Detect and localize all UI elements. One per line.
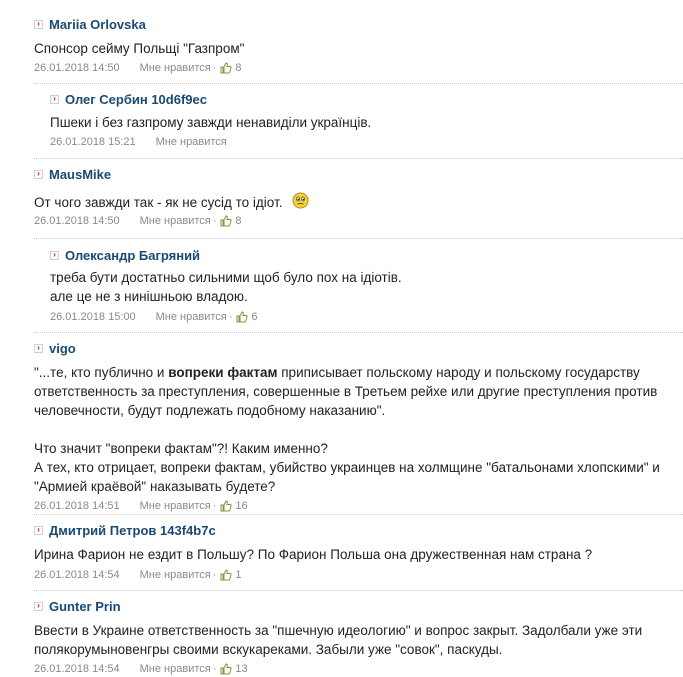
- comment-date: 26.01.2018 14:54: [34, 663, 120, 675]
- comment-text-line: А тех, кто отрицает, вопреки фактам, уби…: [34, 460, 660, 475]
- comment-author[interactable]: Gunter Prin: [49, 599, 121, 614]
- comment-date: 26.01.2018 14:50: [34, 215, 120, 227]
- like-count: 6: [251, 311, 258, 323]
- comment-author[interactable]: Mariia Orlovska: [49, 17, 146, 32]
- reply-marker-icon: ›: [34, 601, 43, 611]
- comment-meta: 26.01.2018 14:50 Мне нравится · 8: [34, 215, 309, 227]
- separator-dot: ·: [212, 215, 217, 227]
- quote-text: "...те, кто публично и: [34, 365, 169, 380]
- comment-date: 26.01.2018 14:51: [34, 500, 120, 512]
- thumbs-up-icon[interactable]: [220, 62, 232, 74]
- comment-date: 26.01.2018 15:21: [50, 136, 136, 148]
- comment: › vigo "...те, кто публично и вопреки фа…: [34, 340, 683, 512]
- reply-marker-icon: ›: [34, 169, 43, 179]
- comment-text-line: але це не з нинішньою владою.: [50, 289, 248, 304]
- comment-text-row: От чого завжди так - як не сусід то ідіо…: [34, 192, 309, 212]
- emphasis-text: вопреки фактам: [168, 365, 278, 380]
- comment-meta: 26.01.2018 14:50 Мне нравится · 8: [34, 62, 244, 74]
- confused-smiley-icon: [292, 192, 309, 209]
- comment-text: Ввести в Украине ответственность за "пше…: [34, 621, 683, 659]
- comment: › Дмитрий Петров 143f4b7c Ирина Фарион н…: [34, 522, 592, 581]
- quote-text: человечности, будут подлежать подобному …: [34, 403, 386, 418]
- separator-dot: ·: [212, 569, 217, 581]
- reply-marker-icon: ›: [50, 94, 59, 104]
- comment-meta: 26.01.2018 15:21 Мне нравится: [50, 136, 371, 148]
- comment-author[interactable]: Олег Сербин 10d6f9ec: [65, 92, 207, 107]
- like-button[interactable]: Мне нравится: [140, 62, 211, 74]
- comment-author[interactable]: Дмитрий Петров 143f4b7c: [49, 523, 216, 538]
- reply-marker-icon: ›: [34, 525, 43, 535]
- comment: › MausMike От чого завжди так - як не су…: [34, 166, 309, 227]
- like-count: 13: [235, 663, 248, 675]
- comment-text-line: Ввести в Украине ответственность за "пше…: [34, 623, 643, 638]
- comments-feed: › Mariia Orlovska Спонсор сейму Польщі "…: [0, 0, 683, 677]
- like-count: 1: [235, 569, 242, 581]
- comment-text: Пшеки і без газпрому завжди ненавиділи у…: [50, 115, 372, 130]
- reply-marker-icon: ›: [34, 19, 43, 29]
- divider: [34, 514, 683, 516]
- like-button[interactable]: Мне нравится: [140, 500, 211, 512]
- divider: [34, 83, 683, 85]
- like-count: 8: [235, 62, 242, 74]
- like-count: 16: [235, 500, 248, 512]
- comment-meta: 26.01.2018 14:54 Мне нравится · 1: [34, 569, 592, 581]
- comment-meta: 26.01.2018 15:00 Мне нравится · 6: [50, 311, 402, 323]
- like-button[interactable]: Мне нравится: [140, 215, 211, 227]
- divider: [34, 158, 683, 160]
- comment-date: 26.01.2018 14:50: [34, 62, 120, 74]
- thumbs-up-icon[interactable]: [220, 569, 232, 581]
- comment-author[interactable]: MausMike: [49, 167, 111, 182]
- comment-author[interactable]: Олександр Багряний: [65, 248, 200, 263]
- like-button[interactable]: Мне нравится: [140, 569, 211, 581]
- like-button[interactable]: Мне нравится: [156, 136, 227, 148]
- thumbs-up-icon[interactable]: [220, 500, 232, 512]
- comment: › Mariia Orlovska Спонсор сейму Польщі "…: [34, 16, 244, 74]
- quote-text: ответственность за преступления, соверше…: [34, 384, 658, 399]
- quote-text: приписывает польскому народу и польскому…: [277, 365, 640, 380]
- comment-date: 26.01.2018 15:00: [50, 311, 136, 323]
- comment-text: Спонсор сейму Польщі "Газпром": [34, 41, 245, 56]
- divider: [34, 332, 683, 334]
- comment-reply: › Олександр Багряний треба бути достатнь…: [50, 247, 402, 323]
- comment-reply: › Олег Сербин 10d6f9ec Пшеки і без газпр…: [50, 91, 371, 148]
- comment-text: От чого завжди так - як не сусід то ідіо…: [34, 195, 283, 210]
- thumbs-up-icon[interactable]: [236, 311, 248, 323]
- separator-dot: ·: [228, 311, 233, 323]
- divider: [34, 238, 683, 240]
- like-button[interactable]: Мне нравится: [140, 663, 211, 675]
- comment-text-line: "Армией краёвой" наказывать будете?: [34, 479, 276, 494]
- comment-text-line: треба бути достатньо сильними щоб було п…: [50, 270, 402, 285]
- comment-date: 26.01.2018 14:54: [34, 569, 120, 581]
- thumbs-up-icon[interactable]: [220, 663, 232, 675]
- like-button[interactable]: Мне нравится: [156, 311, 227, 323]
- comment-text-line: Что значит "вопреки фактам"?! Каким имен…: [34, 441, 328, 456]
- reply-marker-icon: ›: [34, 343, 43, 353]
- separator-dot: ·: [212, 663, 217, 675]
- divider: [34, 590, 683, 592]
- comment-meta: 26.01.2018 14:54 Мне нравится · 13: [34, 663, 683, 675]
- separator-dot: ·: [212, 500, 217, 512]
- reply-marker-icon: ›: [50, 250, 59, 260]
- comment-text-line: полякорумыновенгры своими вскукареками. …: [34, 642, 503, 657]
- like-count: 8: [235, 215, 242, 227]
- comment-text: "...те, кто публично и вопреки фактам пр…: [34, 363, 683, 496]
- thumbs-up-icon[interactable]: [220, 215, 232, 227]
- comment-meta: 26.01.2018 14:51 Мне нравится · 16: [34, 500, 683, 512]
- separator-dot: ·: [212, 62, 217, 74]
- comment: › Gunter Prin Ввести в Украине ответстве…: [34, 598, 683, 675]
- comment-author[interactable]: vigo: [49, 341, 76, 356]
- comment-text: Ирина Фарион не ездит в Польшу? По Фарио…: [34, 547, 593, 562]
- comment-text: треба бути достатньо сильними щоб було п…: [50, 268, 402, 306]
